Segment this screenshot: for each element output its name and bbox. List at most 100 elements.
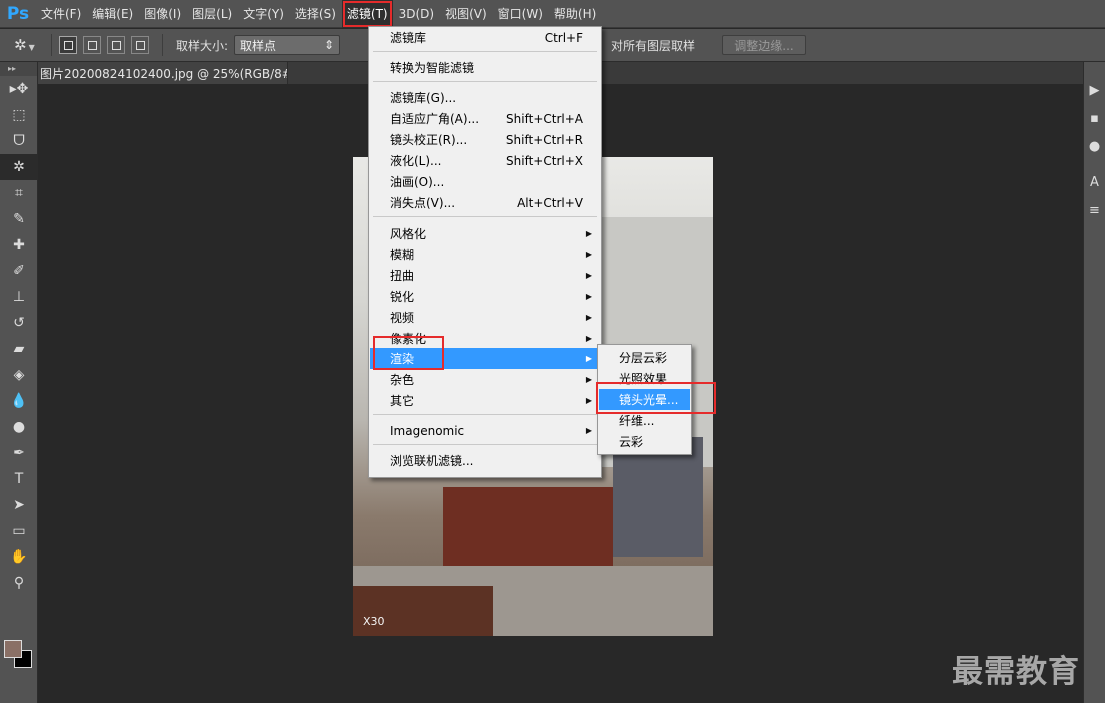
brush-tool-icon[interactable]: ✐ (0, 258, 38, 284)
filter-item-last-filter[interactable]: 滤镜库 Ctrl+F (370, 27, 600, 48)
collapse-icon[interactable]: ▸▸ (0, 62, 37, 76)
paragraph-panel-icon[interactable]: ≡ (1084, 196, 1105, 224)
submenu-arrow-icon: ▶ (585, 292, 592, 301)
menu-3d[interactable]: 3D(D) (394, 0, 439, 28)
chevron-down-icon[interactable]: ▼ (29, 43, 35, 52)
filter-item-noise[interactable]: 杂色 ▶ (370, 369, 600, 390)
submenu-arrow-icon: ▶ (585, 396, 592, 405)
menu-separator (373, 216, 597, 217)
blur-tool-icon[interactable]: 💧 (0, 388, 38, 414)
submenu-arrow-icon: ▶ (585, 426, 592, 435)
subtract-selection-button[interactable] (107, 36, 125, 54)
crop-tool-icon[interactable]: ⌗ (0, 180, 38, 206)
add-selection-button[interactable] (83, 36, 101, 54)
filter-item-oil-paint[interactable]: 油画(O)... (370, 171, 600, 192)
photoshop-logo: Ps (6, 3, 30, 24)
paint-bucket-tool-icon[interactable]: ◈ (0, 362, 38, 388)
move-tool-icon[interactable]: ▸✥ (0, 76, 38, 102)
annotation-box-lens-flare (596, 382, 716, 414)
menu-file[interactable]: 文件(F) (36, 0, 86, 28)
submenu-arrow-icon: ▶ (585, 250, 592, 259)
menu-view[interactable]: 视图(V) (440, 0, 492, 28)
menu-item-label: 其它 (390, 394, 415, 408)
stamp-tool-icon[interactable]: ⊥ (0, 284, 38, 310)
menu-window[interactable]: 窗口(W) (493, 0, 548, 28)
document-tab[interactable]: 图片20200824102400.jpg @ 25%(RGB/8#) * × (38, 62, 288, 84)
render-item-difference-clouds[interactable]: 分层云彩 (599, 347, 690, 368)
filter-item-browse-online[interactable]: 浏览联机滤镜... (370, 450, 600, 471)
menu-select[interactable]: 选择(S) (290, 0, 341, 28)
zoom-tool-icon[interactable]: ⚲ (0, 570, 38, 596)
info-icon[interactable]: ● (1084, 132, 1105, 160)
menu-image[interactable]: 图像(I) (139, 0, 186, 28)
menu-type[interactable]: 文字(Y) (238, 0, 289, 28)
menu-bar: Ps 文件(F) 编辑(E) 图像(I) 图层(L) 文字(Y) 选择(S) 滤… (0, 0, 1105, 28)
eyedropper-tool-icon[interactable]: ✎ (0, 206, 38, 232)
menu-item-shortcut: Shift+Ctrl+R (505, 132, 583, 147)
filter-item-sharpen[interactable]: 锐化 ▶ (370, 286, 600, 307)
refine-edge-button[interactable]: 调整边缘... (722, 35, 806, 55)
lasso-tool-icon[interactable]: ᗜ (0, 128, 38, 154)
menu-item-label: 风格化 (390, 227, 427, 241)
site-watermark: 最需教育 (952, 654, 1080, 690)
magic-wand-icon[interactable]: ✲ ▼ (14, 36, 44, 54)
marquee-tool-icon[interactable]: ⬚ (0, 102, 38, 128)
filter-item-other[interactable]: 其它 ▶ (370, 390, 600, 411)
healing-brush-tool-icon[interactable]: ✚ (0, 232, 38, 258)
sample-all-layers-label[interactable]: 对所有图层取样 (611, 37, 695, 54)
add-selection-icon (87, 40, 97, 50)
intersect-selection-button[interactable] (131, 36, 149, 54)
submenu-arrow-icon: ▶ (585, 334, 592, 343)
foreground-color-swatch[interactable] (4, 640, 22, 658)
character-panel-icon[interactable]: A (1084, 168, 1105, 196)
pen-tool-icon[interactable]: ✒ (0, 440, 38, 466)
menu-item-shortcut: Ctrl+F (544, 30, 583, 45)
history-brush-tool-icon[interactable]: ↺ (0, 310, 38, 336)
eraser-tool-icon[interactable]: ▰ (0, 336, 38, 362)
tools-panel: ▸▸ ▸✥ ⬚ ᗜ ✲ ⌗ ✎ ✚ ✐ ⊥ ↺ ▰ ◈ 💧 ● ✒ T ➤ ▭ … (0, 62, 38, 703)
panel-icon[interactable]: ▪ (1084, 104, 1105, 132)
dodge-tool-icon[interactable]: ● (0, 414, 38, 440)
menu-help[interactable]: 帮助(H) (549, 0, 601, 28)
hand-tool-icon[interactable]: ✋ (0, 544, 38, 570)
filter-item-video[interactable]: 视频 ▶ (370, 307, 600, 328)
camera-watermark: X30 (363, 615, 385, 628)
filter-item-gallery[interactable]: 滤镜库(G)... (370, 87, 600, 108)
path-select-tool-icon[interactable]: ➤ (0, 492, 38, 518)
filter-item-distort[interactable]: 扭曲 ▶ (370, 265, 600, 286)
menu-item-label: 液化(L)... (390, 154, 442, 168)
sample-size-select[interactable]: 取样点 ⇕ (234, 35, 341, 55)
filter-item-vanishing-point[interactable]: 消失点(V)... Alt+Ctrl+V (370, 192, 600, 213)
menu-layer[interactable]: 图层(L) (187, 0, 237, 28)
shape-tool-icon[interactable]: ▭ (0, 518, 38, 544)
filter-item-stylize[interactable]: 风格化 ▶ (370, 223, 600, 244)
filter-item-blur[interactable]: 模糊 ▶ (370, 244, 600, 265)
menu-filter[interactable]: 滤镜(T) (341, 0, 393, 28)
menu-item-label: 杂色 (390, 373, 415, 387)
submenu-arrow-icon: ▶ (585, 354, 592, 363)
submenu-arrow-icon: ▶ (585, 375, 592, 384)
new-selection-icon (63, 40, 73, 50)
play-icon[interactable]: ▶ (1084, 76, 1105, 104)
render-item-clouds[interactable]: 云彩 (599, 431, 690, 452)
type-tool-icon[interactable]: T (0, 466, 38, 492)
menu-edit[interactable]: 编辑(E) (87, 0, 138, 28)
color-swatches[interactable] (4, 640, 34, 670)
menu-item-label: 消失点(V)... (390, 196, 456, 210)
new-selection-button[interactable] (59, 36, 77, 54)
menu-item-shortcut: Shift+Ctrl+A (506, 111, 583, 126)
filter-item-convert-smart[interactable]: 转换为智能滤镜 (370, 57, 600, 78)
filter-item-lens-correction[interactable]: 镜头校正(R)... Shift+Ctrl+R (370, 129, 600, 150)
annotation-box-render (373, 336, 444, 370)
menu-item-label: 锐化 (390, 290, 415, 304)
menu-item-label: 镜头校正(R)... (390, 133, 468, 147)
submenu-arrow-icon: ▶ (585, 271, 592, 280)
divider (51, 34, 52, 56)
menu-item-label: Imagenomic (390, 423, 465, 438)
filter-item-imagenomic[interactable]: Imagenomic ▶ (370, 420, 600, 441)
filter-item-liquify[interactable]: 液化(L)... Shift+Ctrl+X (370, 150, 600, 171)
photo-desk (443, 487, 613, 567)
magic-wand-tool-icon[interactable]: ✲ (0, 154, 38, 180)
filter-item-adaptive-wide-angle[interactable]: 自适应广角(A)... Shift+Ctrl+A (370, 108, 600, 129)
menu-item-shortcut: Shift+Ctrl+X (506, 153, 583, 168)
